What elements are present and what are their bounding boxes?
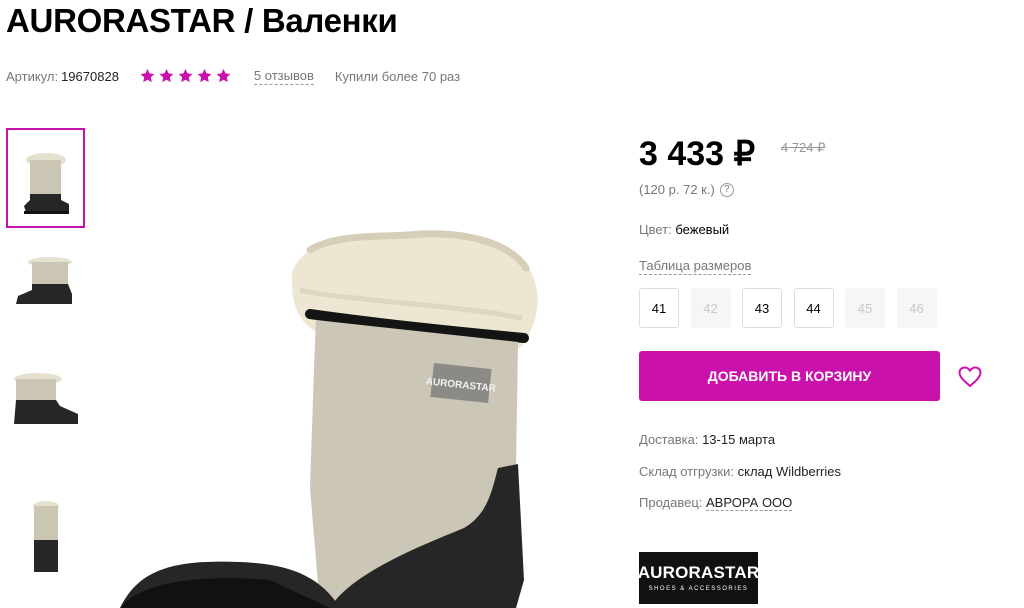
color-row: Цвет: бежевый [639,222,729,237]
reviews-link[interactable]: 5 отзывов [253,68,314,85]
size-option-disabled: 45 [845,288,885,328]
color-label: Цвет: [639,222,672,237]
seller-row: Продавец: АВРОРА ООО [639,495,793,511]
thumbnail-1[interactable] [6,128,85,228]
brand-logo-name: AURORASTAR [637,563,760,582]
size-option[interactable]: 44 [793,288,834,328]
unit-price-text: (120 р. 72 к.) [639,182,715,197]
product-title: AURORASTAR / Валенки [6,2,398,39]
thumbnail-4[interactable] [6,488,85,588]
product-meta: Артикул: 19670828 5 отзывов Купили более… [6,66,460,86]
boot-thumbnail-image [23,153,69,214]
delivery-label: Доставка: [639,432,699,447]
star-icon [178,69,193,83]
boot-image: AURORASTAR [120,230,538,608]
add-to-cart-button[interactable]: ДОБАВИТЬ В КОРЗИНУ [639,351,940,401]
size-option-disabled: 46 [896,288,937,328]
current-price: 3 433 ₽ [639,135,756,173]
purchase-count: Купили более 70 раз [334,68,461,84]
size-table-link[interactable]: Таблица размеров [639,258,752,275]
star-icon [159,69,174,83]
seller-label: Продавец: [639,495,703,510]
warehouse-label: Склад отгрузки: [639,464,734,479]
star-icon [197,69,212,83]
boot-thumbnail-image [13,373,78,424]
sku-label: Артикул: [6,68,59,84]
warehouse-value: склад Wildberries [737,464,841,479]
star-icon [216,69,231,83]
warehouse-row: Склад отгрузки: склад Wildberries [639,464,841,479]
question-icon[interactable]: ? [719,182,734,197]
thumbnail-2[interactable] [6,232,85,332]
old-price: 4 724 ₽ [781,140,826,155]
delivery-value: 13-15 марта [702,432,776,447]
seller-link[interactable]: АВРОРА ООО [706,495,793,511]
boot-thumbnail-image [32,501,59,572]
sku-value: 19670828 [61,68,119,84]
brand-logo-tagline: SHOES & ACCESSORIES [648,586,749,592]
size-option[interactable]: 41 [639,288,679,328]
brand-logo[interactable]: AURORASTAR SHOES & ACCESSORIES [637,552,760,604]
boot-thumbnail-image [15,257,72,304]
main-product-image: AURORASTAR [120,228,560,608]
color-value: бежевый [675,222,730,237]
size-option-disabled: 42 [690,288,731,328]
unit-price: (120 р. 72 к.) ? [639,182,734,197]
size-option[interactable]: 43 [742,288,782,328]
price-block: 3 433 ₽ 4 724 ₽ [639,134,825,174]
rating-stars [139,68,234,84]
star-icon [140,69,155,83]
thumbnail-3[interactable] [6,350,85,450]
heart-icon[interactable] [958,366,982,388]
size-selector: 41 42 43 44 45 46 [639,288,948,328]
delivery-row: Доставка: 13-15 марта [639,432,775,447]
